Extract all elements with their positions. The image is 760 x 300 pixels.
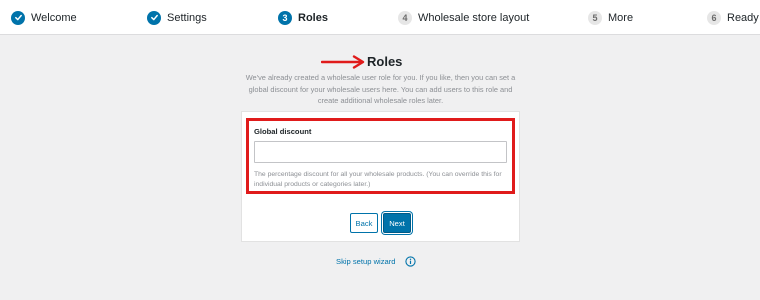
- next-button[interactable]: Next: [383, 213, 411, 233]
- info-icon[interactable]: [405, 256, 416, 267]
- step-label: Wholesale store layout: [418, 11, 530, 24]
- step-settings[interactable]: Settings: [147, 0, 207, 35]
- step-more[interactable]: 5 More: [588, 0, 633, 35]
- page-intro: We've already created a wholesale user r…: [245, 73, 516, 106]
- global-discount-input[interactable]: [254, 141, 507, 163]
- checkmark-icon: [11, 10, 25, 25]
- step-number: 5: [588, 10, 602, 25]
- global-discount-label: Global discount: [254, 127, 312, 136]
- step-number: 4: [398, 10, 412, 25]
- global-discount-help: The percentage discount for all your who…: [254, 171, 502, 189]
- skip-setup-wizard-link[interactable]: Skip setup wizard: [336, 257, 396, 266]
- step-label: Settings: [167, 11, 207, 24]
- back-button[interactable]: Back: [350, 213, 378, 233]
- step-number: 3: [278, 10, 292, 25]
- checkmark-icon: [147, 10, 161, 25]
- step-wholesale-store-layout[interactable]: 4 Wholesale store layout: [398, 0, 529, 35]
- step-ready[interactable]: 6 Ready: [707, 0, 759, 35]
- page-title: Roles: [367, 54, 403, 69]
- step-welcome[interactable]: Welcome: [11, 0, 77, 35]
- step-label: Ready: [727, 11, 759, 24]
- step-label: More: [608, 11, 634, 24]
- step-label: Roles: [298, 11, 328, 24]
- step-roles[interactable]: 3 Roles: [278, 0, 328, 35]
- red-arrow-icon: [321, 55, 365, 69]
- setup-steps-bar: Welcome Settings 3 Roles 4 Wholesale sto…: [0, 0, 760, 35]
- step-label: Welcome: [31, 11, 77, 24]
- step-number: 6: [707, 10, 721, 25]
